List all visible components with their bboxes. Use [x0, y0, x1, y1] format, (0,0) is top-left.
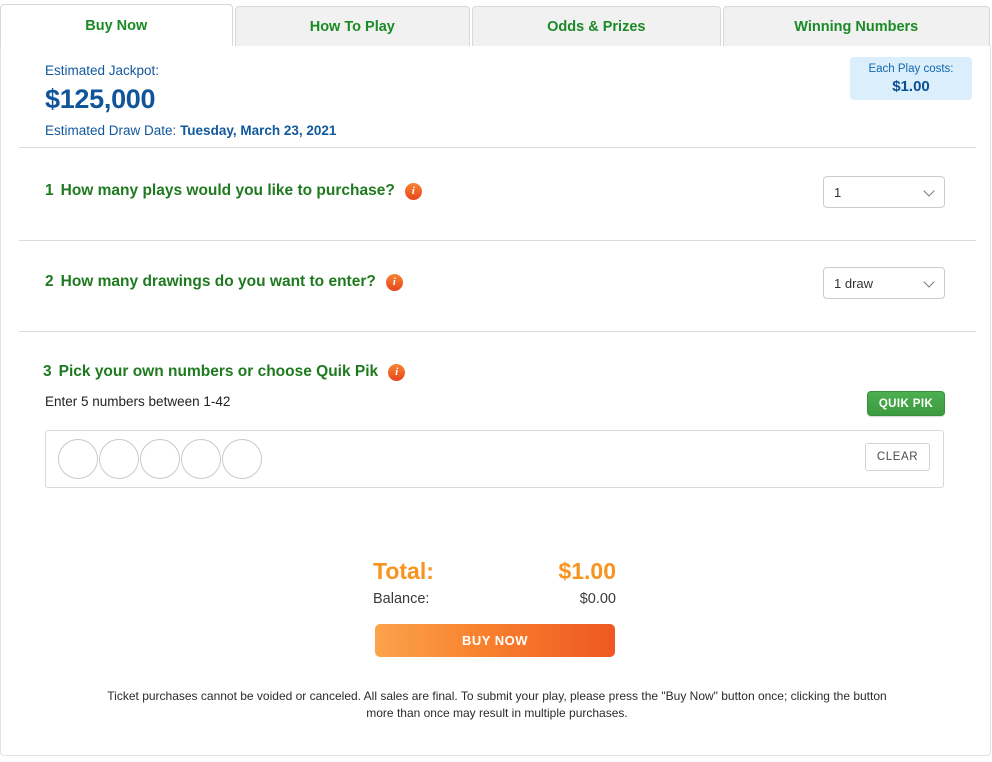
tab-bar: Buy Now How To Play Odds & Prizes Winnin…	[0, 3, 992, 48]
tab-winning-numbers[interactable]: Winning Numbers	[723, 6, 990, 48]
number-ball[interactable]	[99, 439, 139, 479]
estimated-draw-date-value: Tuesday, March 23, 2021	[180, 123, 336, 138]
step-2-number: 2	[45, 273, 54, 291]
tab-winning-numbers-label: Winning Numbers	[794, 19, 918, 35]
buy-now-panel: Estimated Jackpot: $125,000 Estimated Dr…	[0, 46, 991, 756]
clear-button[interactable]: CLEAR	[865, 443, 930, 471]
balance-label: Balance:	[373, 591, 429, 607]
number-ball[interactable]	[222, 439, 262, 479]
step-2-heading: 2 How many drawings do you want to enter…	[45, 273, 403, 291]
total-label: Total:	[373, 558, 434, 585]
play-cost-amount: $1.00	[892, 77, 930, 96]
tab-odds-and-prizes[interactable]: Odds & Prizes	[472, 6, 721, 48]
buy-now-button[interactable]: BUY NOW	[375, 624, 615, 657]
total-value: $1.00	[558, 558, 616, 585]
info-icon[interactable]: i	[386, 274, 403, 291]
tab-how-to-play[interactable]: How To Play	[235, 6, 471, 48]
plays-count-select[interactable]: 1	[823, 176, 945, 208]
draws-count-select[interactable]: 1 draw	[823, 267, 945, 299]
info-icon[interactable]: i	[388, 364, 405, 381]
plays-count-select-wrapper: 1	[823, 176, 945, 208]
balance-value: $0.00	[580, 591, 616, 607]
step-1-number: 1	[45, 182, 54, 200]
number-range-hint: Enter 5 numbers between 1-42	[45, 394, 230, 409]
tab-buy-now-label: Buy Now	[85, 18, 147, 34]
tab-buy-now[interactable]: Buy Now	[0, 4, 233, 48]
divider-1	[19, 147, 976, 148]
tab-how-to-play-label: How To Play	[310, 19, 395, 35]
jackpot-block: Estimated Jackpot: $125,000 Estimated Dr…	[45, 62, 336, 140]
lottery-buy-now-page: Buy Now How To Play Odds & Prizes Winnin…	[0, 0, 992, 762]
balance-line: Balance: $0.00	[373, 591, 616, 607]
quik-pik-button[interactable]: QUIK PIK	[867, 391, 945, 416]
step-1-heading: 1 How many plays would you like to purch…	[45, 182, 422, 200]
number-ball[interactable]	[181, 439, 221, 479]
number-selection-panel: CLEAR	[45, 430, 944, 488]
totals-block: Total: $1.00 Balance: $0.00	[373, 558, 616, 607]
step-2-question: How many drawings do you want to enter?	[61, 273, 376, 291]
step-3-heading: 3 Pick your own numbers or choose Quik P…	[43, 363, 405, 381]
number-ball[interactable]	[140, 439, 180, 479]
buy-now-button-label: BUY NOW	[462, 633, 528, 648]
divider-2	[19, 240, 976, 241]
step-1-question: How many plays would you like to purchas…	[61, 182, 395, 200]
step-3-number: 3	[43, 363, 52, 381]
purchase-disclaimer: Ticket purchases cannot be voided or can…	[97, 688, 897, 722]
draws-count-select-wrapper: 1 draw	[823, 267, 945, 299]
play-cost-label: Each Play costs:	[868, 62, 953, 77]
divider-3	[19, 331, 976, 332]
estimated-draw-date: Estimated Draw Date: Tuesday, March 23, …	[45, 122, 336, 140]
number-ball[interactable]	[58, 439, 98, 479]
step-3-question: Pick your own numbers or choose Quik Pik	[59, 363, 379, 381]
quik-pik-button-label: QUIK PIK	[879, 398, 933, 410]
estimated-jackpot-label: Estimated Jackpot:	[45, 62, 336, 80]
info-icon[interactable]: i	[405, 183, 422, 200]
play-cost-box: Each Play costs: $1.00	[850, 57, 972, 100]
estimated-draw-date-label: Estimated Draw Date:	[45, 123, 176, 138]
tab-odds-and-prizes-label: Odds & Prizes	[547, 19, 645, 35]
total-line: Total: $1.00	[373, 558, 616, 585]
clear-button-label: CLEAR	[877, 451, 918, 463]
number-ball-row	[58, 439, 262, 479]
estimated-jackpot-amount: $125,000	[45, 82, 336, 116]
